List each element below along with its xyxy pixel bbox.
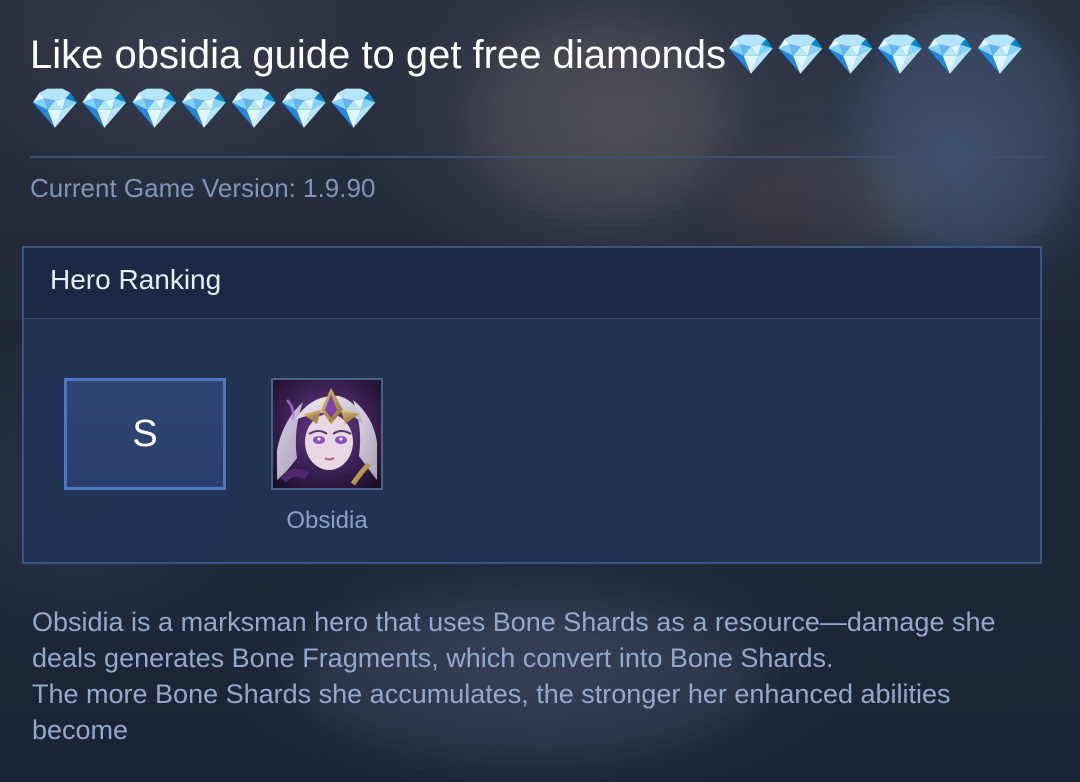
title-divider — [30, 156, 1044, 158]
tier-label: S — [132, 412, 158, 455]
tier-badge[interactable]: S — [64, 378, 226, 490]
hero-description: Obsidia is a marksman hero that uses Bon… — [32, 604, 1052, 748]
hero-portrait-art — [273, 380, 381, 488]
guide-content: Like obsidia guide to get free diamonds💎… — [0, 0, 1080, 782]
hero-description-line: The more Bone Shards she accumulates, th… — [32, 679, 951, 745]
game-version-text: Current Game Version: 1.9.90 — [30, 173, 376, 203]
hero-name-label[interactable]: Obsidia — [256, 506, 398, 536]
hero-ranking-title: Hero Ranking — [50, 264, 222, 295]
hero-description-line: Obsidia is a marksman hero that uses Bon… — [32, 607, 996, 673]
guide-title: Like obsidia guide to get free diamonds💎… — [30, 33, 1025, 131]
obsidia-portrait-icon[interactable] — [271, 378, 383, 490]
hero-ranking-header: Hero Ranking — [24, 248, 1040, 319]
hero-ranking-card: Hero Ranking S Obsidia — [22, 246, 1042, 564]
